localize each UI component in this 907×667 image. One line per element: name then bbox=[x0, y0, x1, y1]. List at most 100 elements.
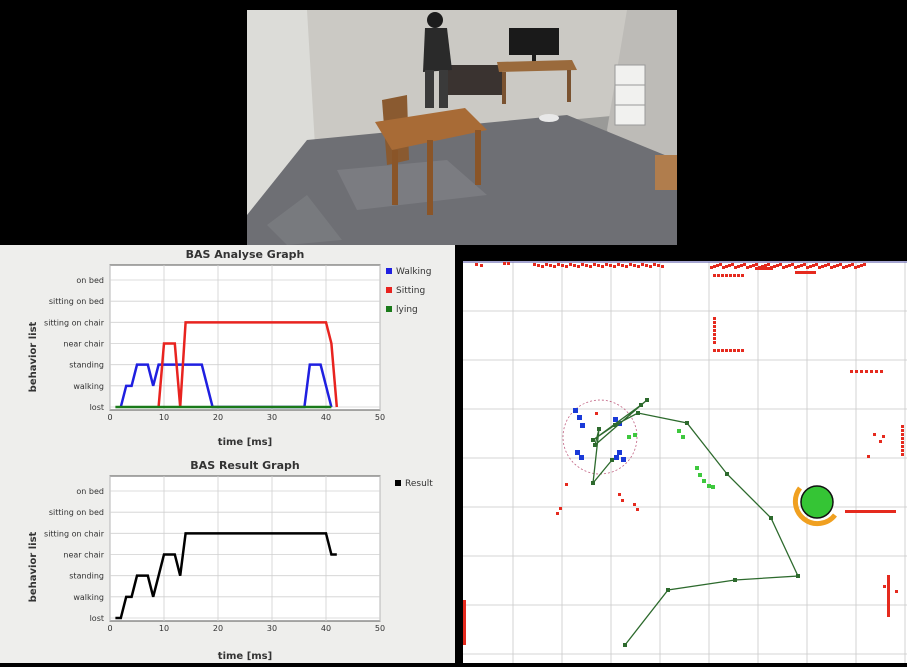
laser-point bbox=[713, 321, 716, 324]
laser-point bbox=[728, 264, 731, 267]
laser-point bbox=[887, 593, 890, 596]
green-point bbox=[627, 435, 631, 439]
laser-point bbox=[795, 271, 798, 274]
laser-point bbox=[767, 263, 770, 266]
laser-point bbox=[533, 263, 536, 266]
legend-label: lying bbox=[396, 305, 418, 315]
laser-point bbox=[713, 265, 716, 268]
laser-point bbox=[737, 265, 740, 268]
laser-point bbox=[845, 510, 848, 513]
laser-point bbox=[788, 264, 791, 267]
laser-point bbox=[746, 266, 749, 269]
laser-point bbox=[806, 266, 809, 269]
analyse-graph: BAS Analyse Graph behavior list time [ms… bbox=[28, 248, 431, 448]
analyse-plot-area: lost walking standing near chair sitting on … bbox=[44, 264, 431, 422]
laser-point bbox=[577, 265, 580, 268]
laser-point bbox=[821, 265, 824, 268]
laser-point bbox=[729, 274, 732, 277]
laser-point bbox=[773, 265, 776, 268]
x-tick-label: 0 bbox=[107, 413, 112, 422]
track-node bbox=[725, 472, 729, 476]
laser-point bbox=[717, 274, 720, 277]
laser-point bbox=[880, 370, 883, 373]
laser-point bbox=[869, 510, 872, 513]
laser-point bbox=[901, 429, 904, 432]
laser-point bbox=[842, 266, 845, 269]
laser-point bbox=[812, 264, 815, 267]
laser-map-panel bbox=[455, 245, 907, 663]
laser-point bbox=[717, 349, 720, 352]
laser-point bbox=[800, 264, 803, 267]
laser-point bbox=[887, 605, 890, 608]
laser-point bbox=[836, 264, 839, 267]
laser-point bbox=[585, 264, 588, 267]
laser-point bbox=[887, 608, 890, 611]
laser-point bbox=[850, 370, 853, 373]
legend-swatch bbox=[395, 480, 401, 486]
laser-point bbox=[541, 265, 544, 268]
laser-point bbox=[719, 263, 722, 266]
laser-point bbox=[794, 266, 797, 269]
laser-point bbox=[641, 263, 644, 266]
laser-point bbox=[785, 265, 788, 268]
person-leg bbox=[425, 70, 434, 108]
track-node bbox=[666, 588, 670, 592]
laser-point bbox=[731, 263, 734, 266]
laser-point bbox=[661, 265, 664, 268]
x-tick-label: 30 bbox=[267, 624, 277, 633]
laser-point bbox=[881, 510, 884, 513]
green-point bbox=[698, 473, 702, 477]
laser-point bbox=[633, 264, 636, 267]
laser-point bbox=[810, 271, 813, 274]
leg-point bbox=[573, 408, 578, 413]
laser-point bbox=[755, 267, 758, 270]
leg-point bbox=[621, 457, 626, 462]
laser-point bbox=[645, 264, 648, 267]
y-tick-label: on bed bbox=[76, 487, 104, 496]
laser-point bbox=[463, 624, 466, 627]
laser-point bbox=[887, 602, 890, 605]
laser-point bbox=[863, 263, 866, 266]
laser-point bbox=[537, 264, 540, 267]
laser-point bbox=[857, 510, 860, 513]
map-background bbox=[463, 261, 907, 663]
laser-point bbox=[729, 349, 732, 352]
laser-point bbox=[740, 264, 743, 267]
track-node bbox=[645, 398, 649, 402]
laser-point bbox=[749, 265, 752, 268]
laser-point bbox=[860, 510, 863, 513]
laser-point bbox=[801, 271, 804, 274]
laser-point bbox=[734, 266, 737, 269]
analyse-graph-ylabel: behavior list bbox=[28, 321, 39, 392]
laser-point bbox=[798, 271, 801, 274]
laser-point bbox=[595, 412, 598, 415]
leg-point bbox=[614, 455, 619, 460]
legend-label: Walking bbox=[396, 267, 431, 277]
laser-point bbox=[860, 264, 863, 267]
person-body bbox=[423, 28, 452, 72]
laser-point bbox=[463, 642, 466, 645]
laser-point bbox=[593, 263, 596, 266]
laser-point bbox=[887, 584, 890, 587]
robot-vacuum bbox=[539, 114, 559, 122]
result-graph-title: BAS Result Graph bbox=[190, 459, 299, 472]
laser-point bbox=[710, 266, 713, 269]
laser-point bbox=[637, 265, 640, 268]
laser-point bbox=[791, 263, 794, 266]
laser-point bbox=[713, 333, 716, 336]
laser-point bbox=[609, 264, 612, 267]
x-tick-label: 10 bbox=[159, 624, 169, 633]
camera-video-feed bbox=[247, 10, 677, 245]
laser-point bbox=[879, 440, 882, 443]
laser-point bbox=[875, 510, 878, 513]
laser-point bbox=[507, 262, 510, 265]
green-point bbox=[695, 466, 699, 470]
y-tick-label: sitting on chair bbox=[44, 529, 105, 538]
table-leg bbox=[427, 140, 433, 215]
laser-point bbox=[873, 433, 876, 436]
track-node bbox=[610, 458, 614, 462]
laser-point bbox=[830, 266, 833, 269]
laser-point bbox=[613, 265, 616, 268]
laser-point bbox=[633, 503, 636, 506]
laser-point bbox=[867, 455, 870, 458]
